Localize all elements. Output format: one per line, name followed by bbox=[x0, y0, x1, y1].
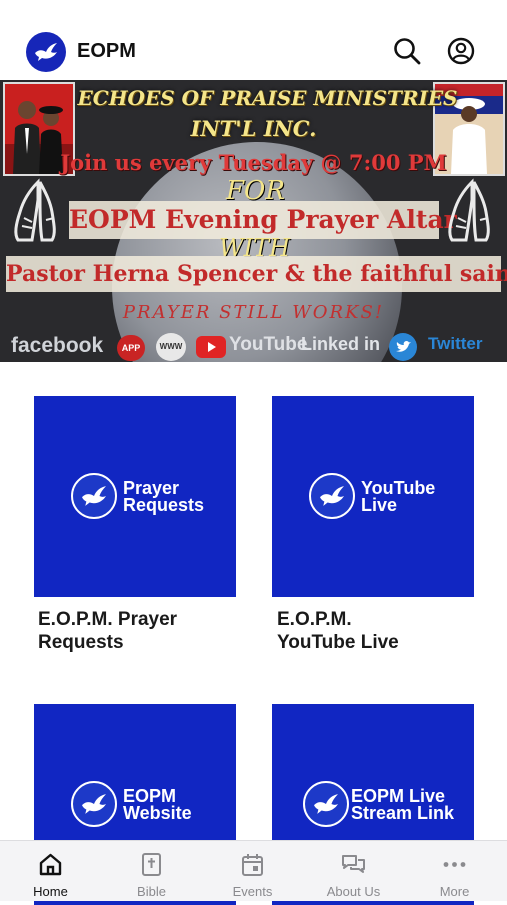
dove-icon bbox=[35, 43, 57, 61]
dove-badge-icon bbox=[71, 781, 117, 827]
caption-line2: YouTube Live bbox=[277, 632, 399, 653]
bible-icon bbox=[142, 853, 161, 876]
www-badge: WWW bbox=[156, 333, 186, 361]
tab-bible-label: Bible bbox=[137, 884, 166, 899]
tab-about-us-label: About Us bbox=[326, 884, 381, 899]
youtube-label: YouTube bbox=[229, 334, 308, 355]
calendar-icon bbox=[242, 854, 263, 876]
banner-tagline: PRAYER STILL WORKS! bbox=[122, 302, 385, 323]
twitter-label: Twitter bbox=[428, 334, 483, 353]
bottom-tab-bar: Home Bible Events About Us More bbox=[0, 840, 507, 901]
praying-hands-icon bbox=[14, 178, 56, 242]
banner-org-name: ECHOES OF PRAISE MINISTRIES bbox=[77, 86, 458, 110]
dove-badge-icon bbox=[71, 473, 117, 519]
more-dots-icon bbox=[443, 862, 466, 867]
youtube-icon bbox=[196, 336, 226, 358]
banner-host: Pastor Herna Spencer & the faithful sain… bbox=[6, 256, 507, 292]
prayer-requests-caption[interactable]: E.O.P.M. Prayer Requests bbox=[38, 608, 177, 654]
twitter-icon bbox=[389, 333, 417, 361]
linkedin-label: Linked in bbox=[301, 334, 381, 354]
tile-title-line2: Stream Link bbox=[351, 803, 455, 823]
app-header: EOPM bbox=[0, 22, 507, 80]
praying-hands-icon bbox=[448, 178, 490, 242]
social-links-row: facebook APP WWW YouTube Linked in Twitt… bbox=[0, 332, 507, 362]
dove-badge-icon bbox=[309, 473, 355, 519]
prayer-requests-tile[interactable]: Prayer Requests bbox=[34, 396, 236, 597]
facebook-label: facebook bbox=[11, 334, 104, 357]
app-logo[interactable] bbox=[26, 32, 66, 72]
dove-badge-icon bbox=[303, 781, 349, 827]
tab-events[interactable]: Events bbox=[202, 841, 303, 901]
caption-line1: E.O.P.M. bbox=[277, 609, 352, 630]
tab-home[interactable]: Home bbox=[0, 841, 101, 901]
promo-banner[interactable]: ECHOES OF PRAISE MINISTRIES INT'L INC. J… bbox=[0, 80, 507, 362]
tile-title-line2: Live bbox=[361, 495, 398, 515]
app-title: EOPM bbox=[77, 40, 136, 62]
tab-about-us[interactable]: About Us bbox=[303, 841, 404, 901]
tab-events-label: Events bbox=[232, 884, 273, 899]
tile-title-line2: Requests bbox=[123, 495, 205, 515]
search-icon[interactable] bbox=[392, 36, 422, 66]
tab-bible[interactable]: Bible bbox=[101, 841, 202, 901]
tab-home-label: Home bbox=[33, 884, 68, 899]
home-icon bbox=[39, 853, 62, 876]
app-badge: APP bbox=[117, 335, 145, 361]
tile-title-line2: Website bbox=[123, 803, 192, 823]
caption-line2: Requests bbox=[38, 632, 124, 653]
user-circle-icon[interactable] bbox=[446, 36, 476, 66]
tab-more-label: More bbox=[439, 884, 470, 899]
caption-line1: E.O.P.M. Prayer bbox=[38, 609, 178, 630]
youtube-live-tile[interactable]: YouTube Live bbox=[272, 396, 474, 597]
banner-schedule: Join us every Tuesday @ 7:00 PM bbox=[60, 150, 447, 175]
chat-bubbles-icon bbox=[342, 855, 365, 873]
tab-more[interactable]: More bbox=[404, 841, 505, 901]
youtube-live-caption[interactable]: E.O.P.M. YouTube Live bbox=[277, 608, 399, 654]
banner-org-suffix: INT'L INC. bbox=[190, 116, 317, 141]
